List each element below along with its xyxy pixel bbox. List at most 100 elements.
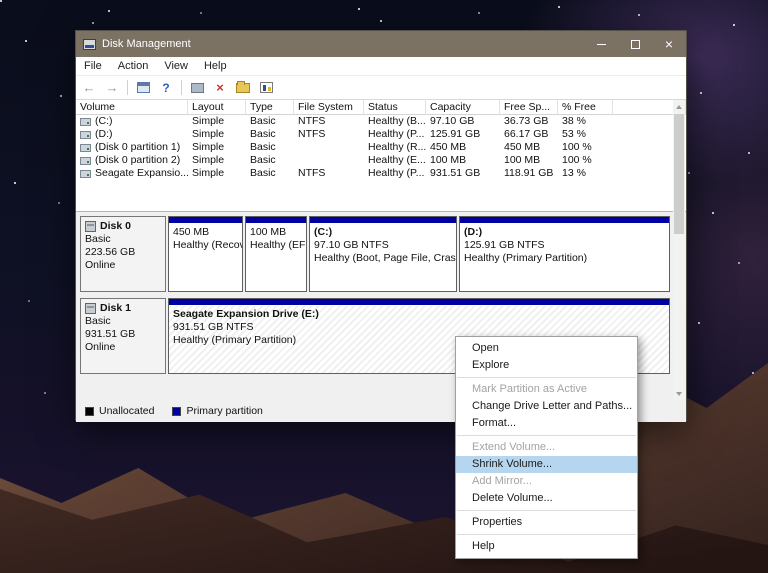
- forward-arrow-icon[interactable]: →: [104, 80, 120, 96]
- partition-health: Healthy (Boot, Page File, Crash Du: [314, 252, 456, 264]
- cell-volume: (Disk 0 partition 1): [95, 141, 181, 153]
- partition-size: 931.51 GB NTFS: [173, 321, 254, 333]
- cell-freespace: 66.17 GB: [504, 128, 549, 140]
- menu-item-add-mirror: Add Mirror...: [472, 475, 532, 487]
- menu-view[interactable]: View: [156, 57, 196, 75]
- help-icon[interactable]: ?: [158, 80, 174, 96]
- close-icon: ×: [664, 36, 674, 52]
- disk-status: Online: [85, 341, 116, 353]
- partition-d[interactable]: (D:) 125.91 GB NTFS Healthy (Primary Par…: [459, 216, 670, 292]
- volume-table-header: Volume Layout Type File System Status Ca…: [76, 100, 686, 115]
- console-window-icon[interactable]: [135, 80, 151, 96]
- toolbar-divider: [181, 80, 182, 95]
- cell-filesystem: [294, 141, 364, 154]
- menu-separator: [456, 507, 637, 514]
- primary-partition-swatch: [172, 406, 182, 416]
- context-menu: Open Explore Mark Partition as Active Ch…: [455, 336, 638, 559]
- disk-kind: Basic: [85, 315, 111, 327]
- cell-filesystem: NTFS: [298, 115, 326, 127]
- cell-capacity: 100 MB: [430, 154, 467, 166]
- table-row[interactable]: (C:) Simple Basic NTFS Healthy (B... 97.…: [76, 115, 686, 128]
- table-row[interactable]: Seagate Expansio... Simple Basic NTFS He…: [76, 167, 686, 180]
- scroll-up-icon[interactable]: [673, 100, 685, 113]
- cell-capacity: 450 MB: [430, 141, 467, 153]
- table-row[interactable]: (D:) Simple Basic NTFS Healthy (P... 125…: [76, 128, 686, 141]
- partition-color-band: [169, 217, 242, 224]
- partition-recovery[interactable]: 450 MB Healthy (Recove: [168, 216, 243, 292]
- back-arrow-icon[interactable]: ←: [81, 80, 97, 96]
- partition-health: Healthy (EF: [250, 239, 306, 251]
- menu-item-explore[interactable]: Explore: [456, 357, 637, 374]
- scrollbar-thumb[interactable]: [674, 114, 684, 234]
- menu-item-delete-volume[interactable]: Delete Volume...: [456, 490, 637, 507]
- cell-status: Healthy (E...: [368, 154, 426, 166]
- partition-c[interactable]: (C:) 97.10 GB NTFS Healthy (Boot, Page F…: [309, 216, 457, 292]
- cell-filesystem: NTFS: [298, 128, 326, 140]
- cell-layout: Simple: [192, 115, 225, 127]
- disk-management-icon: [83, 38, 96, 50]
- partition-title: (C:): [314, 226, 333, 238]
- column-header-freespace[interactable]: Free Sp...: [500, 100, 558, 115]
- partition-health: Healthy (Primary Partition): [464, 252, 588, 264]
- menu-item-help[interactable]: Help: [456, 538, 637, 555]
- legend-primary-partition: Primary partition: [172, 405, 263, 417]
- properties-folder-icon[interactable]: [235, 80, 251, 96]
- column-header-volume[interactable]: Volume: [76, 100, 188, 115]
- partition-size: 450 MB: [173, 226, 210, 238]
- column-header-filesystem[interactable]: File System: [294, 100, 364, 115]
- unallocated-swatch: [85, 406, 94, 416]
- menu-item-format[interactable]: Format...: [456, 415, 637, 432]
- menu-separator: [456, 531, 637, 538]
- menu-item-shrink-volume[interactable]: Shrink Volume...: [456, 456, 637, 473]
- legend-label: Primary partition: [186, 405, 263, 417]
- disk-name: Disk 0: [100, 220, 131, 232]
- vertical-scrollbar[interactable]: [673, 100, 685, 400]
- table-row[interactable]: (Disk 0 partition 1) Simple Basic Health…: [76, 141, 686, 154]
- menu-separator: [456, 374, 637, 381]
- volume-icon: [80, 117, 91, 126]
- column-header-percentfree[interactable]: % Free: [558, 100, 613, 115]
- column-header-status[interactable]: Status: [364, 100, 426, 115]
- menu-item-mark-partition-active: Mark Partition as Active: [472, 383, 587, 395]
- menu-file[interactable]: File: [76, 57, 110, 75]
- cell-layout: Simple: [192, 128, 225, 140]
- disk-0-label[interactable]: Disk 0 Basic 223.56 GB Online: [80, 216, 166, 292]
- cell-percentfree: 100 %: [562, 154, 592, 166]
- volume-icon: [80, 143, 91, 152]
- disk-status: Online: [85, 259, 116, 271]
- disk-size: 931.51 GB: [85, 328, 136, 340]
- volume-list-pane: Volume Layout Type File System Status Ca…: [76, 100, 686, 212]
- disk-usage-icon[interactable]: [258, 80, 274, 96]
- menu-item-open[interactable]: Open: [456, 340, 637, 357]
- menu-help[interactable]: Help: [196, 57, 235, 75]
- cell-status: Healthy (R...: [368, 141, 426, 153]
- column-header-type[interactable]: Type: [246, 100, 294, 115]
- menu-item-change-drive-letter[interactable]: Change Drive Letter and Paths...: [456, 398, 637, 415]
- menu-item-extend-volume: Extend Volume...: [472, 441, 556, 453]
- partition-title: Seagate Expansion Drive (E:): [173, 308, 319, 320]
- partition-efi[interactable]: 100 MB Healthy (EF: [245, 216, 307, 292]
- disk-icon: [85, 221, 96, 232]
- menu-item-properties[interactable]: Properties: [456, 514, 637, 531]
- minimize-button[interactable]: [584, 31, 618, 57]
- cell-type: Basic: [250, 128, 276, 140]
- scroll-down-icon[interactable]: [673, 387, 685, 400]
- maximize-button[interactable]: [618, 31, 652, 57]
- cell-capacity: 125.91 GB: [430, 128, 481, 140]
- cell-capacity: 97.10 GB: [430, 115, 475, 127]
- column-header-layout[interactable]: Layout: [188, 100, 246, 115]
- cell-layout: Simple: [192, 167, 225, 179]
- cell-freespace: 36.73 GB: [504, 115, 549, 127]
- partition-color-band: [169, 299, 669, 306]
- cell-capacity: 931.51 GB: [430, 167, 481, 179]
- titlebar[interactable]: Disk Management ×: [76, 31, 686, 57]
- delete-icon[interactable]: ×: [212, 80, 228, 96]
- menu-action[interactable]: Action: [110, 57, 157, 75]
- computer-icon[interactable]: [189, 80, 205, 96]
- partition-title: (D:): [464, 226, 483, 238]
- menu-separator: [456, 432, 637, 439]
- close-button[interactable]: ×: [652, 31, 686, 57]
- table-row[interactable]: (Disk 0 partition 2) Simple Basic Health…: [76, 154, 686, 167]
- column-header-capacity[interactable]: Capacity: [426, 100, 500, 115]
- disk-1-label[interactable]: Disk 1 Basic 931.51 GB Online: [80, 298, 166, 374]
